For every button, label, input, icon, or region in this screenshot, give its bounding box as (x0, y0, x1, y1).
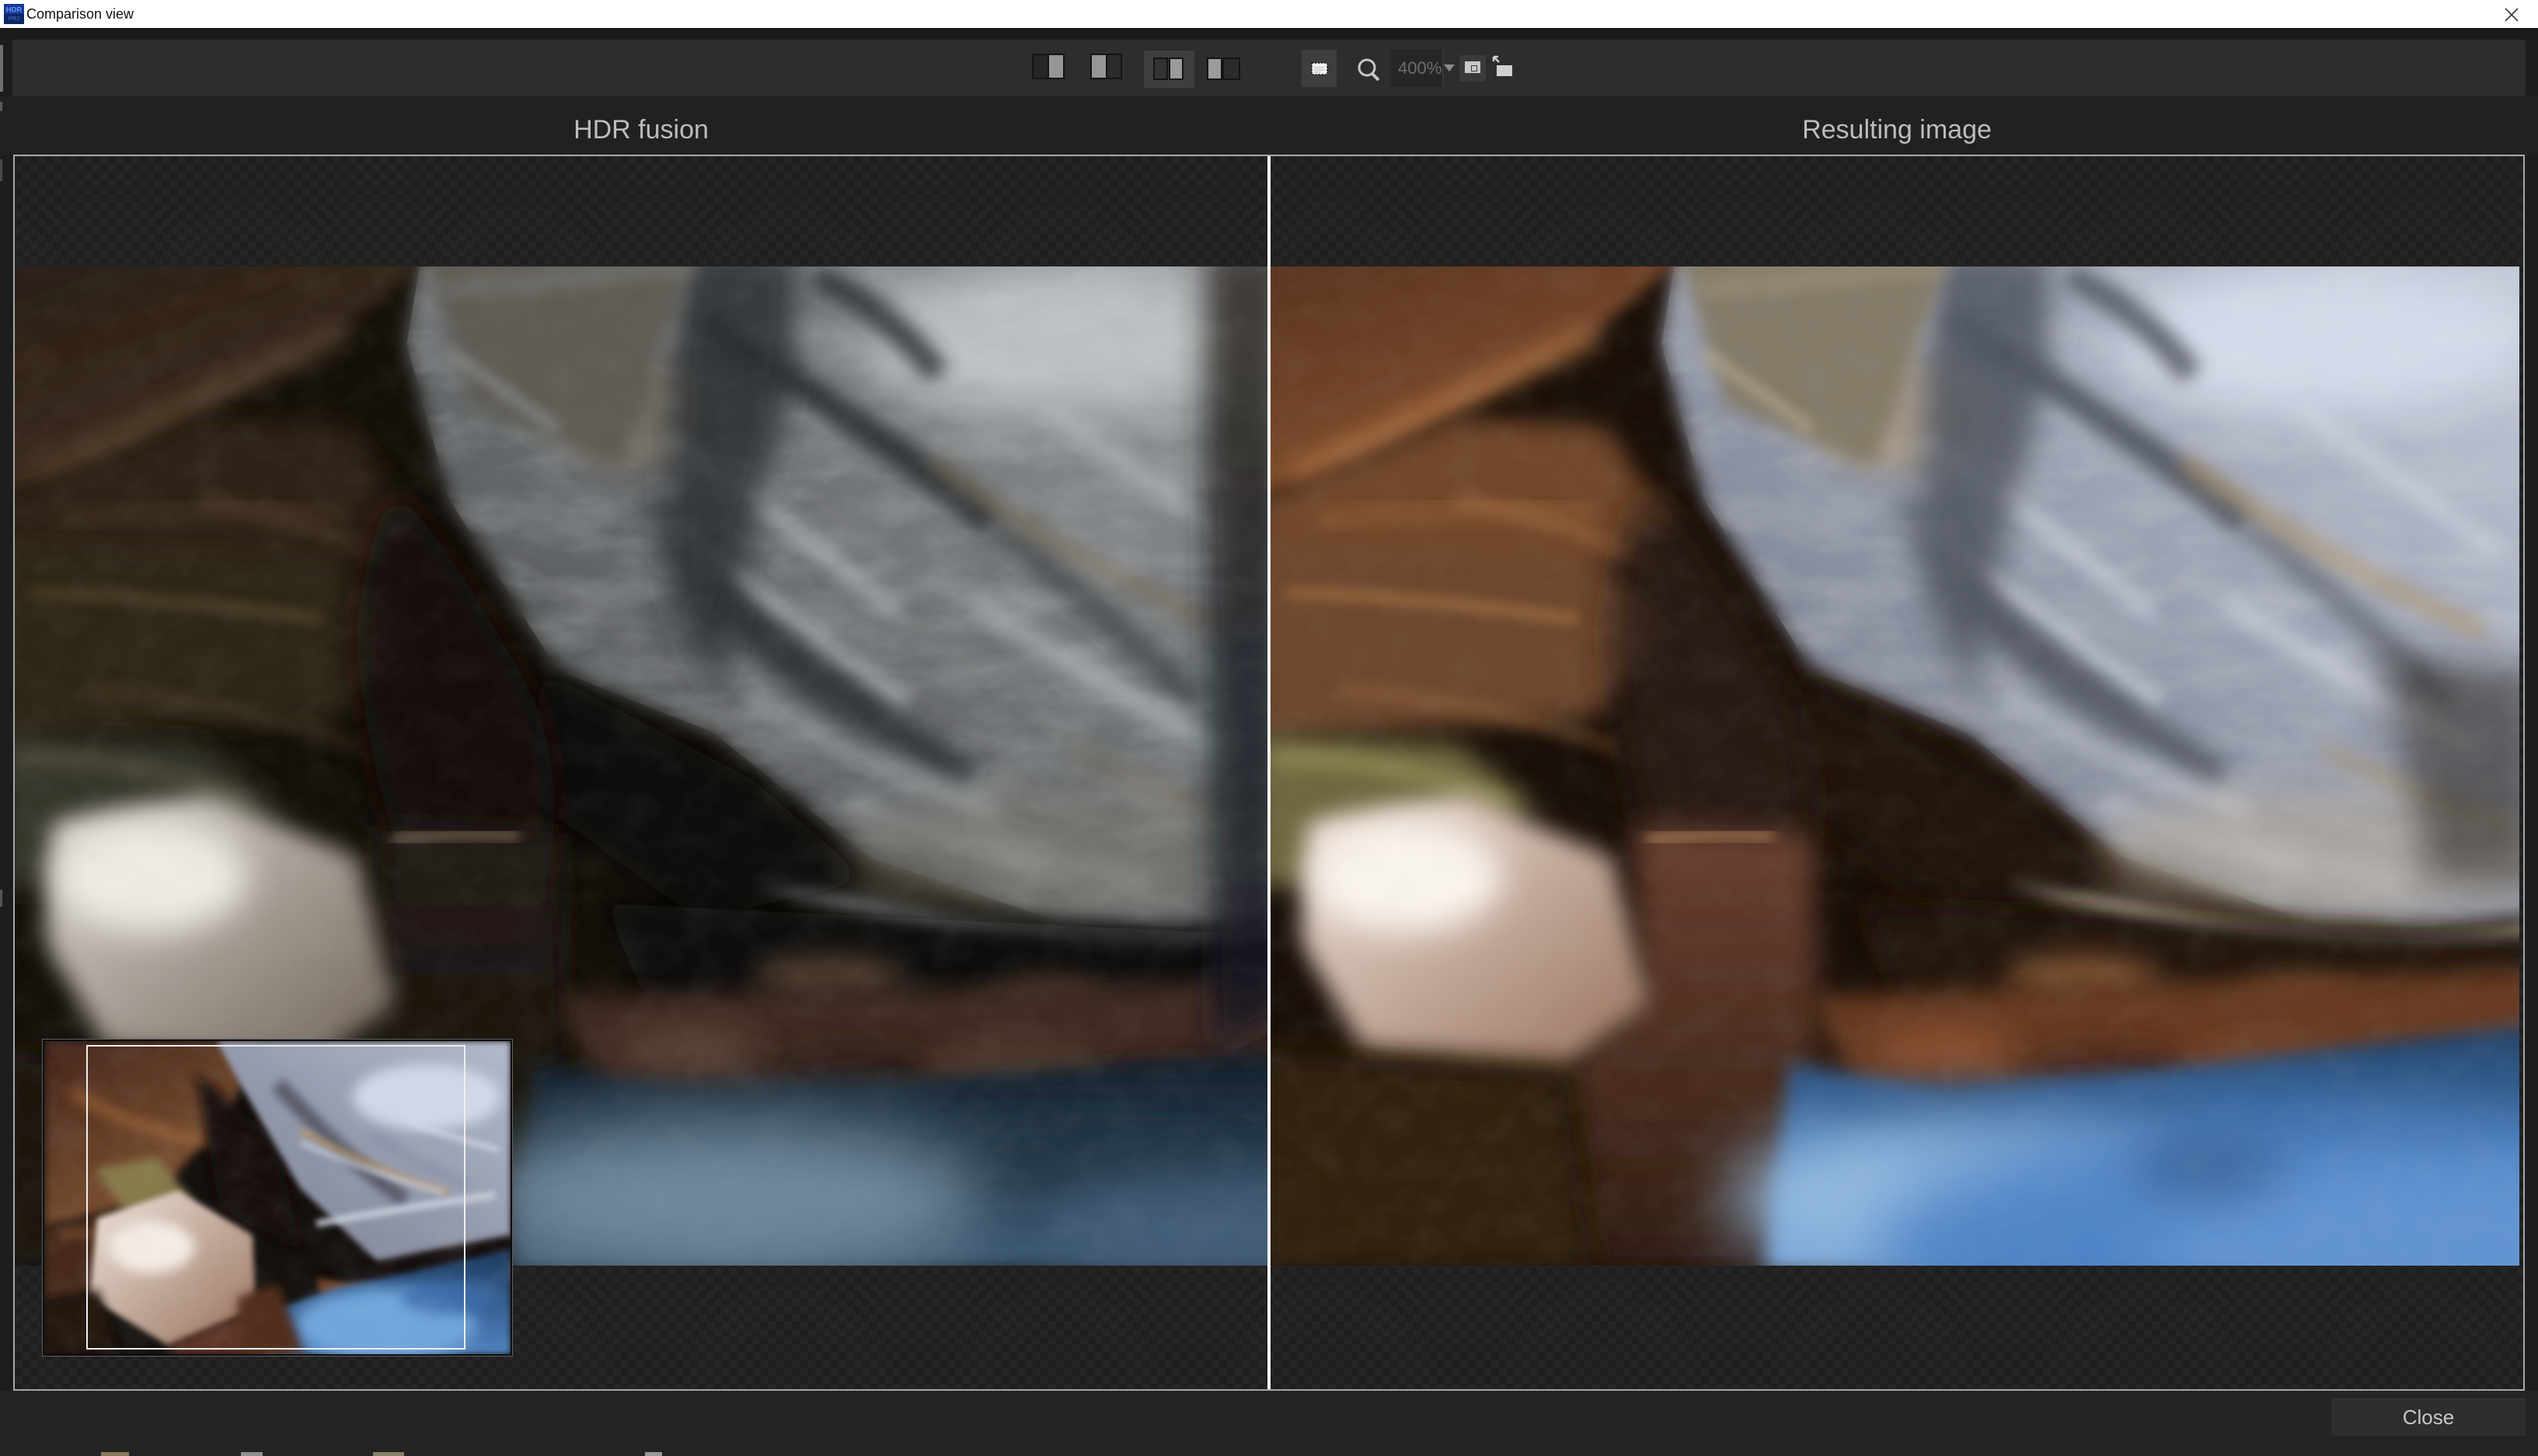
svg-text:PRJ: PRJ (9, 15, 20, 22)
svg-text:HDR: HDR (6, 6, 23, 15)
svg-text:400%: 400% (1398, 58, 1442, 78)
